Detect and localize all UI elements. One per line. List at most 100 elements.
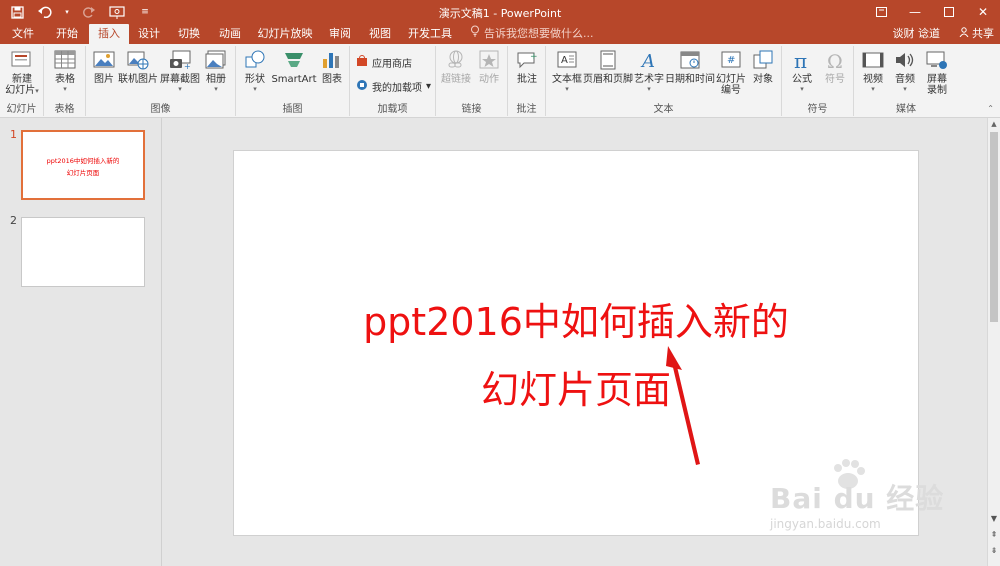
video-button[interactable]: 视频 ▾ xyxy=(858,48,888,93)
hyperlink-icon xyxy=(444,48,468,72)
header-footer-button[interactable]: 页眉和页脚 xyxy=(583,48,633,85)
ribbon-display-options-icon[interactable] xyxy=(864,0,898,24)
datetime-button[interactable]: 日期和时间 xyxy=(665,48,715,85)
svg-text:+: + xyxy=(530,52,538,62)
table-button[interactable]: 表格 ▾ xyxy=(48,48,82,93)
share-button[interactable]: 共享 xyxy=(959,24,994,44)
store-icon xyxy=(356,54,368,70)
comment-button[interactable]: + 批注 xyxy=(512,48,542,85)
tab-review[interactable]: 审阅 xyxy=(322,24,358,44)
shapes-label: 形状 xyxy=(245,74,265,85)
action-label: 动作 xyxy=(479,74,499,85)
watermark-main: Bai du 经验 xyxy=(770,482,945,515)
tab-developer[interactable]: 开发工具 xyxy=(404,24,456,44)
window-controls: — ✕ xyxy=(864,0,1000,24)
group-label-tables: 表格 xyxy=(54,104,75,115)
screenshot-button[interactable]: + 屏幕截图 ▾ xyxy=(160,48,200,93)
picture-label: 图片 xyxy=(94,74,114,85)
audio-button[interactable]: 音频 ▾ xyxy=(890,48,920,93)
group-illustrations: 形状 ▾ SmartArt 图表 插图 xyxy=(236,46,350,116)
tell-me-text: 告诉我您想要做什么... xyxy=(484,27,594,40)
scroll-up-icon[interactable]: ▲ xyxy=(988,120,1000,128)
chart-label: 图表 xyxy=(322,74,342,85)
symbol-button[interactable]: Ω 符号 xyxy=(820,48,850,85)
audio-label: 音频 xyxy=(895,74,915,85)
tab-insert[interactable]: 插入 xyxy=(89,24,129,44)
table-label: 表格 xyxy=(55,74,75,85)
screen-recording-label-2: 录制 xyxy=(927,85,947,96)
slide-thumb-1[interactable]: ppt2016中如何插入新的 幻灯片页面 xyxy=(21,130,145,200)
store-button[interactable]: 应用商店 xyxy=(356,54,412,70)
new-slide-icon xyxy=(10,48,34,72)
group-comments: + 批注 批注 xyxy=(508,46,546,116)
wordart-label: 艺术字 xyxy=(634,74,664,85)
screenshot-label: 屏幕截图 xyxy=(160,74,200,85)
window-title: 演示文稿1 - PowerPoint xyxy=(438,7,562,20)
header-footer-label: 页眉和页脚 xyxy=(583,74,633,85)
object-button[interactable]: 对象 xyxy=(748,48,778,85)
svg-text:+: + xyxy=(184,62,191,70)
hyperlink-label: 超链接 xyxy=(441,74,471,85)
close-icon[interactable]: ✕ xyxy=(966,0,1000,24)
group-label-media: 媒体 xyxy=(896,104,916,115)
tab-animations[interactable]: 动画 xyxy=(212,24,248,44)
chart-button[interactable]: 图表 xyxy=(318,48,346,85)
object-label: 对象 xyxy=(753,74,773,85)
photo-album-icon xyxy=(204,48,228,72)
album-button[interactable]: 相册 ▾ xyxy=(202,48,230,93)
tab-design[interactable]: 设计 xyxy=(131,24,167,44)
datetime-label: 日期和时间 xyxy=(665,74,715,85)
hyperlink-button[interactable]: 超链接 xyxy=(440,48,472,85)
svg-text:π: π xyxy=(794,50,807,70)
tab-slide-show[interactable]: 幻灯片放映 xyxy=(254,24,316,44)
group-label-links: 链接 xyxy=(461,104,482,115)
ribbon-tabs: 文件 开始 插入 设计 切换 动画 幻灯片放映 审阅 视图 开发工具 告诉我您想… xyxy=(0,24,1000,44)
textbox-button[interactable]: A 文本框 ▾ xyxy=(550,48,584,93)
tab-transitions[interactable]: 切换 xyxy=(171,24,207,44)
table-icon xyxy=(53,48,77,72)
tab-file[interactable]: 文件 xyxy=(4,24,42,44)
maximize-icon[interactable] xyxy=(932,0,966,24)
my-addins-button[interactable]: 我的加载项 ▾ xyxy=(356,78,431,94)
user-name[interactable]: 谈财 谂道 xyxy=(893,24,941,44)
new-slide-button[interactable]: 新建 幻灯片▾ xyxy=(4,48,40,96)
calendar-icon xyxy=(678,48,702,72)
ribbon: 新建 幻灯片▾ 幻灯片 表格 ▾ 表格 图片 联机图片 + 屏幕截图 ▾ 相册 … xyxy=(0,44,1000,118)
online-picture-button[interactable]: 联机图片 xyxy=(118,48,158,85)
scroll-down-icon[interactable]: ▼ xyxy=(988,514,1000,523)
store-label: 应用商店 xyxy=(372,58,412,70)
screen-recording-label-1: 屏幕 xyxy=(927,74,947,85)
wordart-button[interactable]: A 艺术字 ▾ xyxy=(632,48,666,93)
new-slide-label-2: 幻灯片▾ xyxy=(5,85,39,96)
tab-view[interactable]: 视图 xyxy=(362,24,398,44)
slide-thumb-2[interactable] xyxy=(21,217,145,287)
textbox-label: 文本框 xyxy=(552,74,582,85)
smartart-button[interactable]: SmartArt xyxy=(271,48,317,85)
equation-button[interactable]: π 公式 ▾ xyxy=(786,48,818,93)
shapes-icon xyxy=(243,48,267,72)
online-picture-icon xyxy=(126,48,150,72)
collapse-ribbon-icon[interactable]: ⌃ xyxy=(987,104,994,113)
slide-number-icon: # xyxy=(719,48,743,72)
group-label-illustrations: 插图 xyxy=(282,104,303,115)
title-bar: ▾ ≡ 演示文稿1 - PowerPoint — ✕ xyxy=(0,0,1000,24)
picture-button[interactable]: 图片 xyxy=(90,48,118,85)
shapes-button[interactable]: 形状 ▾ xyxy=(240,48,270,93)
tab-home[interactable]: 开始 xyxy=(48,24,86,44)
baidu-jingyan-watermark: Bai du 经验 jingyan.baidu.com xyxy=(748,455,948,545)
slide-thumb-number-2: 2 xyxy=(10,214,17,227)
slide-number-label-2: 编号 xyxy=(721,85,741,96)
scroll-thumb[interactable] xyxy=(990,132,998,322)
action-button[interactable]: 动作 xyxy=(474,48,504,85)
screen-recording-button[interactable]: 屏幕 录制 xyxy=(922,48,952,96)
action-star-icon xyxy=(477,48,501,72)
svg-text:Ω: Ω xyxy=(827,51,843,70)
slide-number-button[interactable]: # 幻灯片 编号 xyxy=(714,48,748,96)
next-slide-icon[interactable]: ⇟ xyxy=(988,546,1000,555)
minimize-icon[interactable]: — xyxy=(898,0,932,24)
smartart-label: SmartArt xyxy=(271,74,317,85)
screenshot-caret-icon: ▾ xyxy=(178,85,182,93)
tell-me-box[interactable]: 告诉我您想要做什么... xyxy=(470,24,594,44)
vertical-scrollbar[interactable]: ▲ ▼ ⇞ ⇟ xyxy=(987,118,1000,566)
previous-slide-icon[interactable]: ⇞ xyxy=(988,530,1000,539)
